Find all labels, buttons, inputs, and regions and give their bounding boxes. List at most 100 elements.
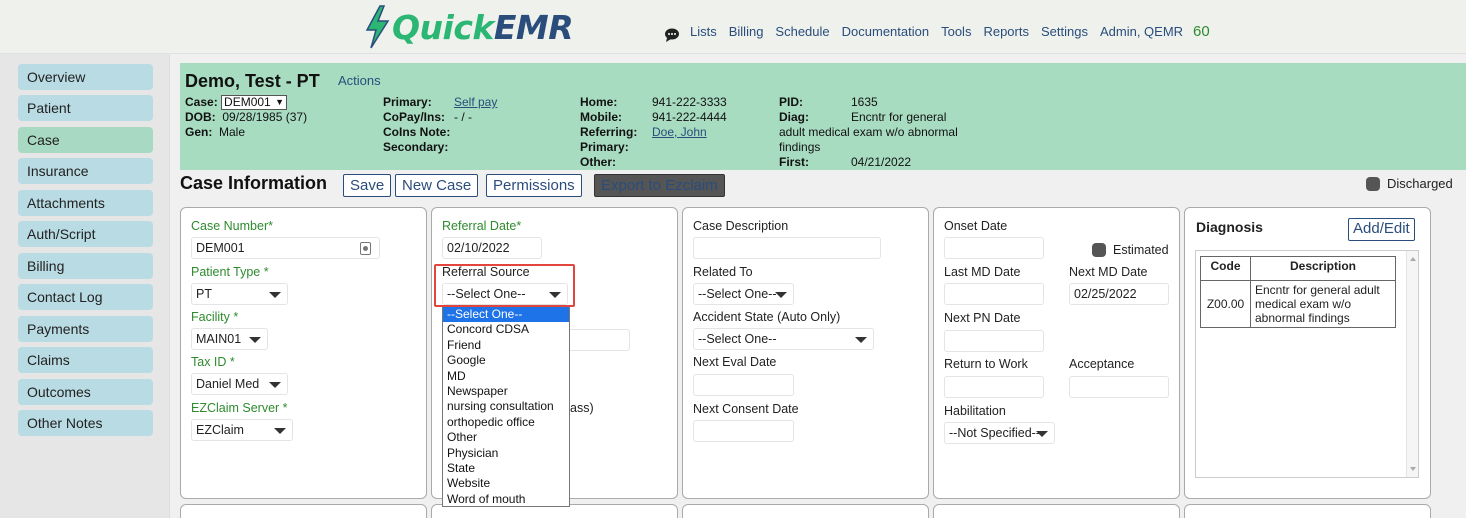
next-eval-input[interactable]	[693, 374, 794, 396]
mobile-label: Mobile:	[580, 110, 622, 124]
save-button[interactable]: Save	[343, 174, 392, 197]
diagnosis-desc-cell: Encntr for general adult medical exam w/…	[1250, 280, 1396, 328]
case-description-input[interactable]	[693, 237, 881, 259]
onset-date-input[interactable]	[944, 237, 1044, 259]
ezclaim-server-label: EZClaim Server *	[191, 401, 288, 415]
sidebar-item-patient[interactable]: Patient	[18, 95, 153, 121]
nav-lists[interactable]: Lists	[690, 24, 717, 39]
diagnosis-col-description: Description	[1250, 256, 1396, 281]
sidebar-item-outcomes[interactable]: Outcomes	[18, 379, 153, 405]
insurance-info-block: Primary: Self pay CoPay/Ins: - / - CoIns N…	[383, 95, 573, 155]
logo-quick-text: Quick	[392, 7, 494, 47]
sidebar-item-attachments[interactable]: Attachments	[18, 190, 153, 216]
case-select[interactable]: DEM001 ▼	[221, 95, 288, 110]
diag-value-2: adult medical exam w/o abnormal	[779, 125, 958, 139]
pid-info-block: PID: 1635 Diag: Encntr for general adult m…	[779, 95, 979, 170]
sidebar-item-insurance[interactable]: Insurance	[18, 158, 153, 184]
actions-link[interactable]: Actions	[338, 73, 381, 88]
return-to-work-input[interactable]	[944, 376, 1044, 398]
next-md-date-input[interactable]: 02/25/2022	[1069, 283, 1169, 305]
hidden-field-input[interactable]	[562, 329, 630, 351]
export-ezclaim-button[interactable]: Export to Ezclaim	[594, 174, 725, 197]
copay-value: - / -	[454, 110, 472, 124]
first-value: 04/21/2022	[851, 155, 912, 169]
home-value: 941-222-3333	[652, 95, 727, 109]
referral-date-input[interactable]: 02/10/2022	[442, 237, 542, 259]
nav-documentation[interactable]: Documentation	[842, 24, 929, 39]
next-pn-date-input[interactable]	[944, 330, 1044, 352]
first-label: First:	[779, 155, 809, 169]
pid-label: PID:	[779, 95, 803, 109]
sidebar-item-billing[interactable]: Billing	[18, 253, 153, 279]
referring-link[interactable]: Doe, John	[652, 125, 707, 139]
case-number-input[interactable]: DEM001	[191, 237, 380, 259]
option-newspaper[interactable]: Newspaper	[443, 384, 569, 399]
option-google[interactable]: Google	[443, 353, 569, 368]
option-nursing-consultation[interactable]: nursing consultation	[443, 399, 569, 414]
patient-name: Demo, Test - PT	[185, 71, 320, 91]
nav-user[interactable]: Admin, QEMR	[1100, 24, 1183, 39]
option-other[interactable]: Other	[443, 430, 569, 445]
id-card-icon[interactable]	[360, 242, 371, 255]
case-info-block: Case: DEM001 ▼ DOB: 09/28/1985 (37) Gen: …	[185, 95, 307, 140]
next-consent-input[interactable]	[693, 420, 794, 442]
secondary-label: Secondary:	[383, 140, 449, 154]
diag-value-3: findings	[779, 140, 821, 154]
contact-info-block: Home: 941-222-3333 Mobile: 941-222-4444 Re…	[580, 95, 770, 170]
accident-state-select[interactable]: --Select One--	[693, 328, 874, 350]
option-md[interactable]: MD	[443, 369, 569, 384]
ezclaim-server-select[interactable]: EZClaim	[191, 419, 293, 441]
add-edit-diagnosis-button[interactable]: Add/Edit	[1348, 218, 1415, 241]
referral-source-options[interactable]: --Select One-- Concord CDSA Friend Googl…	[442, 306, 570, 507]
quickemr-logo[interactable]: Quick EMR	[362, 4, 574, 50]
facility-select[interactable]: MAIN01	[191, 328, 268, 350]
home-label: Home:	[580, 95, 618, 109]
last-md-date-input[interactable]	[944, 283, 1044, 305]
option-orthopedic-office[interactable]: orthopedic office	[443, 415, 569, 430]
option-concord-cdsa[interactable]: Concord CDSA	[443, 322, 569, 337]
primary-link[interactable]: Self pay	[454, 95, 497, 109]
option-website[interactable]: Website	[443, 476, 569, 491]
lower-panel-3	[682, 504, 929, 518]
acceptance-label: Acceptance	[1069, 357, 1135, 371]
scroll-up-icon[interactable]	[1410, 257, 1416, 261]
nav-settings[interactable]: Settings	[1041, 24, 1088, 39]
diagnosis-code-cell: Z00.00	[1200, 280, 1251, 328]
sidebar-item-payments[interactable]: Payments	[18, 316, 153, 342]
option-select-one[interactable]: --Select One--	[443, 307, 569, 323]
related-to-select[interactable]: --Select One--	[693, 283, 794, 305]
option-state[interactable]: State	[443, 461, 569, 476]
option-friend[interactable]: Friend	[443, 338, 569, 353]
sidebar-item-claims[interactable]: Claims	[18, 347, 153, 373]
estimated-toggle[interactable]	[1092, 243, 1106, 257]
acceptance-input[interactable]	[1069, 376, 1169, 398]
sidebar-item-case[interactable]: Case	[18, 127, 153, 153]
discharged-toggle[interactable]: Discharged	[1366, 176, 1453, 191]
patient-banner: Demo, Test - PT Actions Case: DEM001 ▼ DO…	[180, 63, 1466, 170]
lower-panel-5	[1184, 504, 1431, 518]
sidebar-item-overview[interactable]: Overview	[18, 64, 153, 90]
option-physician[interactable]: Physician	[443, 446, 569, 461]
copay-label: CoPay/Ins:	[383, 110, 446, 124]
habilitation-select[interactable]: --Not Specified--	[944, 422, 1055, 444]
permissions-button[interactable]: Permissions	[486, 174, 582, 197]
option-word-of-mouth[interactable]: Word of mouth	[443, 492, 569, 507]
new-case-button[interactable]: New Case	[395, 174, 479, 197]
discharged-toggle-switch[interactable]	[1366, 176, 1380, 191]
table-row[interactable]: Z00.00 Encntr for general adult medical …	[1200, 280, 1396, 328]
primary-label: Primary:	[383, 95, 432, 109]
nav-billing[interactable]: Billing	[729, 24, 764, 39]
patient-type-select[interactable]: PT	[191, 283, 288, 305]
nav-tools[interactable]: Tools	[941, 24, 971, 39]
tax-id-select[interactable]: Daniel Med	[191, 373, 288, 395]
diagnosis-scrollbar[interactable]	[1406, 251, 1418, 477]
sidebar-item-contact-log[interactable]: Contact Log	[18, 284, 153, 310]
sidebar-item-auth-script[interactable]: Auth/Script	[18, 221, 153, 247]
nav-schedule[interactable]: Schedule	[775, 24, 829, 39]
sidebar-item-other-notes[interactable]: Other Notes	[18, 410, 153, 436]
referral-date-label: Referral Date*	[442, 219, 522, 233]
scroll-down-icon[interactable]	[1410, 467, 1416, 471]
chat-icon[interactable]	[664, 28, 680, 42]
case-description-panel: Case Description Related To --Select One…	[682, 207, 929, 499]
nav-reports[interactable]: Reports	[983, 24, 1029, 39]
